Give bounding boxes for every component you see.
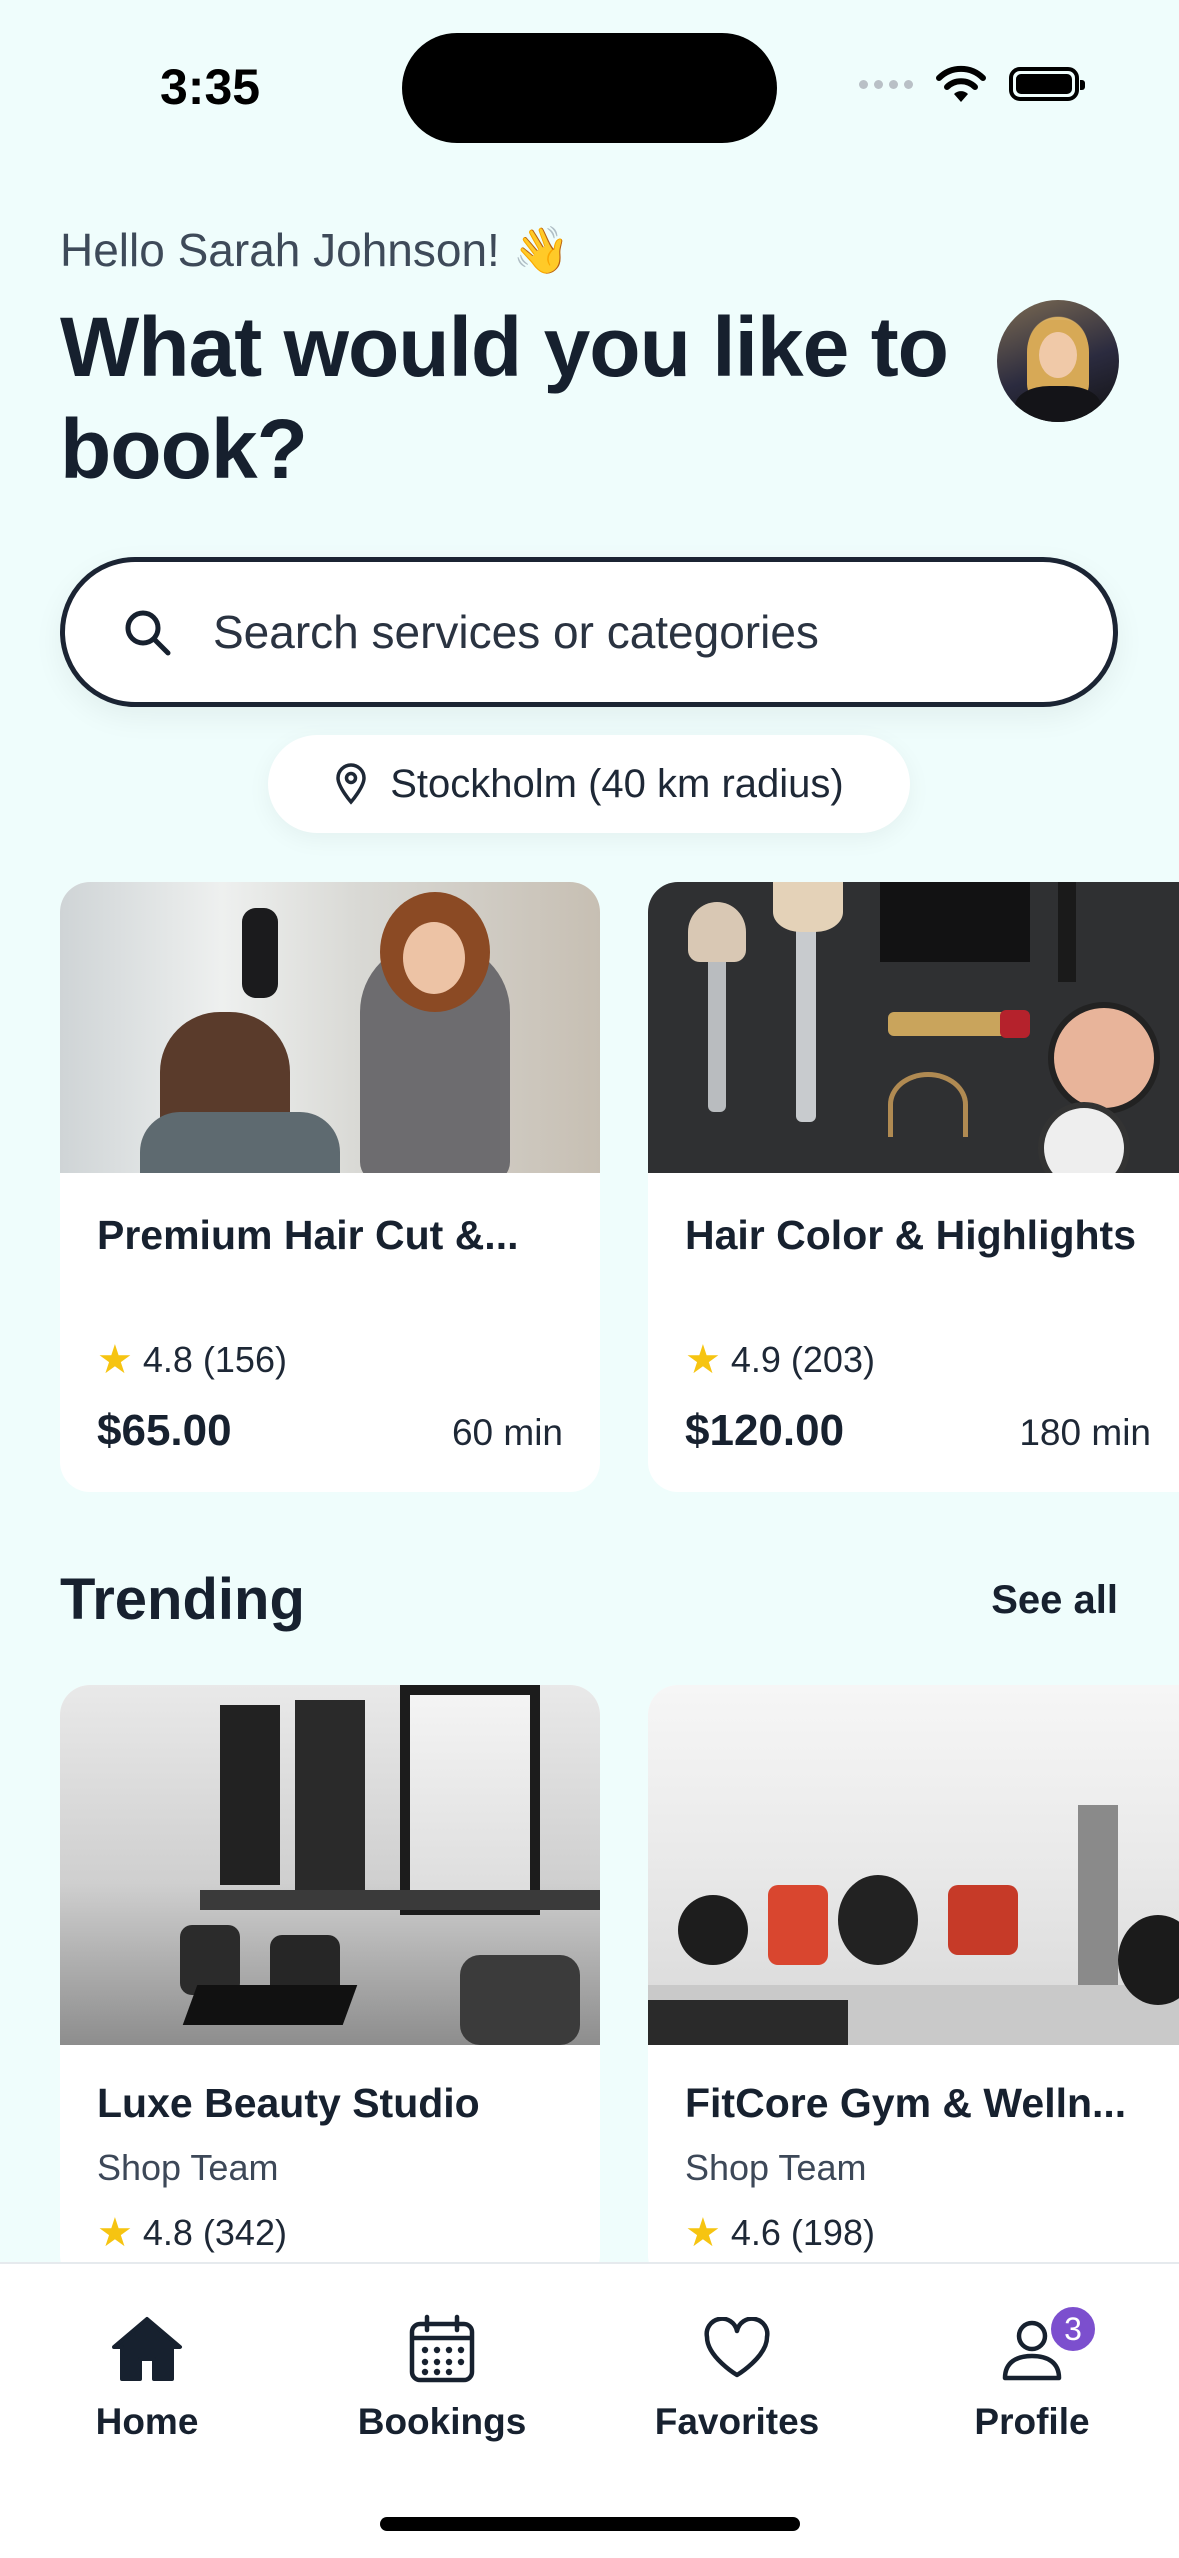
- service-rating: ★ 4.9 (203): [685, 1337, 875, 1383]
- wifi-icon: [936, 65, 986, 102]
- service-name: Hair Color & Highlights: [685, 1212, 1136, 1258]
- shop-name: Luxe Beauty Studio: [97, 2080, 480, 2126]
- search-icon: [117, 602, 177, 662]
- cellular-signal-icon: [859, 79, 913, 89]
- shop-rating: ★ 4.8 (342): [97, 2210, 287, 2256]
- shop-card[interactable]: FitCore Gym & Welln... Shop Team ★ 4.6 (…: [648, 1685, 1179, 2285]
- service-card[interactable]: Premium Hair Cut &... ★ 4.8 (156) $65.00…: [60, 882, 600, 1492]
- shop-subtitle: Shop Team: [685, 2147, 867, 2188]
- service-price: $120.00: [685, 1406, 845, 1455]
- service-photo: [60, 882, 600, 1173]
- status-time: 3:35: [160, 59, 261, 115]
- tab-bookings-label: Bookings: [357, 2401, 527, 2442]
- service-card[interactable]: Hair Color & Highlights ★ 4.9 (203) $120…: [648, 882, 1179, 1492]
- shop-card[interactable]: Luxe Beauty Studio Shop Team ★ 4.8 (342): [60, 1685, 600, 2285]
- avatar[interactable]: [997, 300, 1119, 422]
- review-count: (203): [790, 1339, 875, 1380]
- service-rating: ★ 4.8 (156): [97, 1337, 287, 1383]
- shop-name: FitCore Gym & Welln...: [685, 2080, 1127, 2126]
- star-icon: ★: [685, 1338, 721, 1382]
- page-title: What would you like to book?: [60, 300, 949, 496]
- home-icon: [112, 2317, 182, 2381]
- tab-favorites[interactable]: Favorites: [617, 2309, 857, 2443]
- tab-profile-label: Profile: [974, 2401, 1090, 2442]
- see-all-link[interactable]: See all: [991, 1578, 1118, 1623]
- map-pin-icon: [336, 763, 367, 805]
- review-count: (198): [790, 2212, 875, 2253]
- star-icon: ★: [97, 1338, 133, 1382]
- dynamic-island: [402, 33, 777, 143]
- rating-value: 4.9: [730, 1339, 781, 1380]
- service-duration: 180 min: [1019, 1412, 1151, 1453]
- shop-rating: ★ 4.6 (198): [685, 2210, 875, 2256]
- rating-value: 4.8: [142, 1339, 193, 1380]
- location-label: Stockholm (40 km radius): [390, 761, 844, 806]
- tab-home-label: Home: [95, 2401, 199, 2442]
- trending-title: Trending: [60, 1567, 305, 1632]
- review-count: (156): [202, 1339, 287, 1380]
- tab-profile[interactable]: 3 Profile: [912, 2303, 1152, 2443]
- search-input[interactable]: Search services or categories: [60, 557, 1118, 707]
- battery-icon: [1009, 67, 1085, 101]
- greeting-text: Hello Sarah Johnson! 👋: [60, 224, 570, 276]
- shop-photo: [648, 1685, 1179, 2045]
- review-count: (342): [202, 2212, 287, 2253]
- location-selector[interactable]: Stockholm (40 km radius): [268, 735, 910, 833]
- search-placeholder: Search services or categories: [213, 606, 819, 658]
- status-icons: [859, 64, 1085, 104]
- service-name: Premium Hair Cut &...: [97, 1212, 519, 1258]
- tab-home[interactable]: Home: [27, 2309, 267, 2443]
- notification-badge: 3: [1047, 2303, 1099, 2355]
- rating-value: 4.6: [730, 2212, 781, 2253]
- shop-subtitle: Shop Team: [97, 2147, 279, 2188]
- star-icon: ★: [97, 2211, 133, 2255]
- service-photo: [648, 882, 1179, 1173]
- tab-bar: Home Bookings Favorites 3 Profile: [0, 2262, 1179, 2558]
- tab-bookings[interactable]: Bookings: [322, 2309, 562, 2443]
- rating-value: 4.8: [142, 2212, 193, 2253]
- home-indicator[interactable]: [380, 2517, 800, 2531]
- heart-icon: [704, 2317, 770, 2378]
- service-price: $65.00: [97, 1406, 232, 1455]
- star-icon: ★: [685, 2211, 721, 2255]
- service-duration: 60 min: [451, 1412, 563, 1453]
- tab-favorites-label: Favorites: [654, 2401, 820, 2442]
- shop-photo: [60, 1685, 600, 2045]
- calendar-icon: [409, 2314, 475, 2383]
